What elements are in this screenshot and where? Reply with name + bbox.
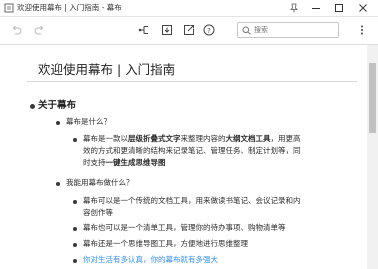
mindmap-icon[interactable] [137, 23, 151, 37]
outline-bullet[interactable] [73, 243, 77, 247]
more-options-icon[interactable] [355, 23, 369, 37]
outline-item-document-tool-line2[interactable]: 容创作等 [83, 207, 113, 219]
outline-item-link[interactable]: 你对生活有多认真，你的幕布就有多强大 [83, 254, 218, 266]
app-logo-icon [4, 3, 14, 13]
redo-icon[interactable] [32, 23, 46, 37]
vertical-scrollbar[interactable] [367, 45, 378, 269]
desc-bold-text: 大纲文档工具 [225, 134, 271, 143]
window-title: 欢迎使用幕布 | 入门指南 - 幕布 [17, 3, 122, 12]
scrollbar-thumb[interactable] [369, 63, 376, 133]
outline-item-what-can-do[interactable]: 我能用幕布做什么？ [66, 177, 134, 189]
export-icon[interactable] [182, 23, 196, 37]
minimize-button[interactable] [305, 0, 327, 16]
document-editor[interactable]: 欢迎使用幕布 | 入门指南 关于幕布 幕布是什么？ 幕布是一款以层级折叠式文字来… [0, 45, 366, 269]
outline-bullet[interactable] [73, 259, 77, 263]
document-title[interactable]: 欢迎使用幕布 | 入门指南 [38, 59, 175, 78]
desc-text: 时支持 [83, 158, 106, 167]
save-icon[interactable] [160, 23, 174, 37]
title-divider [27, 81, 357, 82]
outline-item-description-line3[interactable]: 时支持一键生成思维导图 [83, 157, 166, 169]
search-box[interactable] [237, 22, 339, 38]
outline-item-description[interactable]: 幕布是一款以层级折叠式文字来整理内容的大纲文档工具，用更高 [83, 133, 301, 145]
search-input[interactable] [254, 24, 334, 36]
outline-item-what-is[interactable]: 幕布是什么？ [66, 116, 111, 128]
maximize-icon [335, 4, 343, 12]
minimize-icon [312, 8, 320, 9]
svg-text:?: ? [207, 27, 211, 35]
pin-icon [290, 3, 298, 13]
desc-text: 幕布是一款以 [83, 134, 128, 143]
toolbar: ? [0, 17, 378, 45]
outline-bullet[interactable] [73, 138, 77, 142]
undo-icon[interactable] [10, 23, 24, 37]
outline-item-description-line2[interactable]: 效的方式和更清晰的结构来记录笔记、管理任务、制定计划等，同 [83, 145, 301, 157]
close-icon [359, 4, 367, 12]
outline-item-document-tool[interactable]: 幕布可以是一个传统的文档工具，用来做读书笔记、会议记录和内 [83, 195, 301, 207]
outline-bullet[interactable] [73, 200, 77, 204]
outline-item-about[interactable]: 关于幕布 [38, 100, 76, 112]
outline-bullet[interactable] [56, 182, 60, 186]
outline-bullet[interactable] [30, 104, 35, 109]
desc-text: ，用更高 [270, 134, 301, 143]
pin-button[interactable] [283, 0, 305, 16]
help-icon[interactable]: ? [202, 23, 216, 37]
title-bar: 欢迎使用幕布 | 入门指南 - 幕布 [0, 0, 378, 17]
search-icon [242, 26, 251, 35]
desc-bold-text: 一键生成思维导图 [105, 158, 166, 167]
desc-bold-text: 层级折叠式文字 [128, 134, 181, 143]
desc-text: 来整理内容的 [180, 134, 226, 143]
outline-item-mindmap-tool[interactable]: 幕布还是一个思维导图工具，方便地进行思维整理 [83, 238, 248, 250]
outline-item-checklist-tool[interactable]: 幕布也可以是一个清单工具，管理你的待办事项、购物清单等 [83, 222, 286, 234]
maximize-button[interactable] [328, 0, 350, 16]
close-button[interactable] [352, 0, 374, 16]
outline-bullet[interactable] [56, 121, 60, 125]
outline-bullet[interactable] [73, 227, 77, 231]
